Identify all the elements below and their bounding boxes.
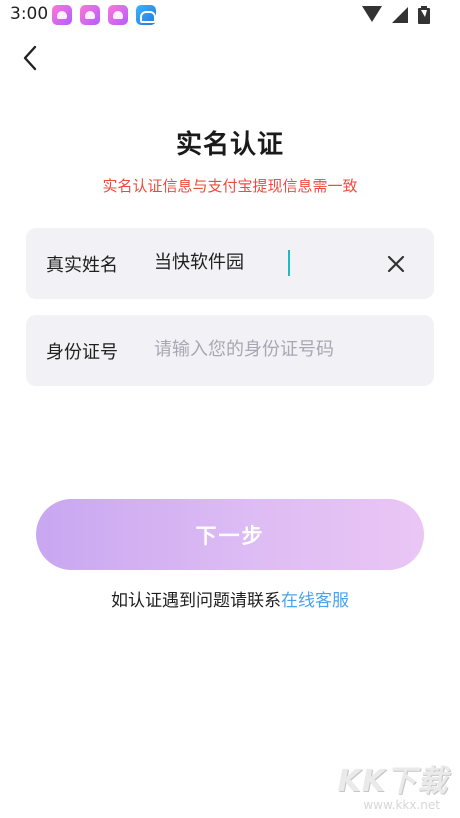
id-number-input[interactable] (154, 333, 404, 367)
online-service-link[interactable]: 在线客服 (281, 591, 349, 611)
page-title: 实名认证 (175, 130, 284, 160)
real-name-auth-screen: 3:00 实名认证 实名认证信息与支付宝提现信息需一致 真实姓名 当快软件园 身… (0, 0, 460, 818)
page-subtitle: 实名认证信息与支付宝提现信息需一致 (102, 177, 358, 195)
id-number-label: 身份证号 (46, 342, 118, 363)
status-time: 3:00 (10, 4, 49, 24)
pink-app-icon (108, 5, 128, 25)
close-icon (387, 255, 405, 273)
battery-charging-icon (418, 6, 430, 24)
id-number-field[interactable]: 身份证号 (26, 315, 434, 386)
watermark-logo-text: KK下载 (337, 764, 448, 799)
wifi-icon (362, 6, 382, 22)
signal-icon (392, 7, 408, 23)
chevron-left-icon (23, 45, 37, 71)
back-button[interactable] (14, 40, 50, 76)
text-caret (288, 250, 290, 276)
real-name-input[interactable] (154, 246, 374, 280)
watermark-url: www.kkx.net (363, 798, 440, 812)
blue-app-icon (136, 5, 156, 25)
status-bar: 3:00 (0, 0, 460, 30)
help-line: 如认证遇到问题请联系在线客服 (0, 586, 460, 611)
status-indicators (350, 6, 430, 24)
real-name-label: 真实姓名 (46, 255, 118, 276)
pink-app-icon (80, 5, 100, 25)
real-name-field[interactable]: 真实姓名 (26, 228, 434, 299)
clear-name-button[interactable] (384, 252, 408, 276)
next-step-button[interactable]: 下一步 (36, 499, 424, 570)
watermark-logo: KK下载 www.kkx.net (328, 756, 448, 812)
help-text: 如认证遇到问题请联系 (111, 591, 281, 611)
pink-app-icon (52, 5, 72, 25)
